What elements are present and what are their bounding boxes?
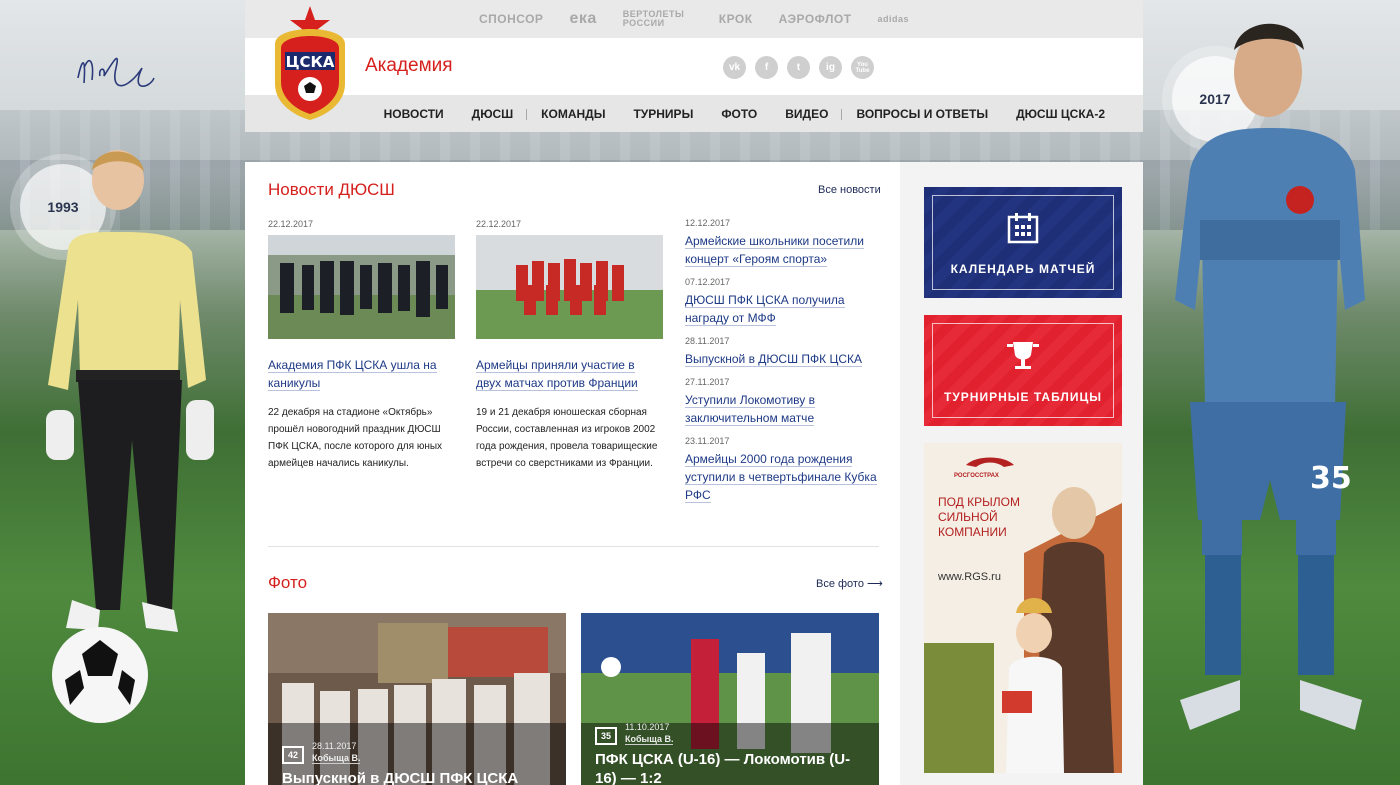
cska-logo[interactable]: ЦСКА	[265, 4, 355, 122]
ad-slogan: ПОД КРЫЛОМ СИЛЬНОЙ КОМПАНИИ	[938, 495, 1020, 539]
sponsor-label: СПОНСОР	[478, 12, 544, 26]
news-title-link[interactable]: Армейские школьники посетили концерт «Ге…	[685, 232, 881, 268]
photo-count-icon: 42	[282, 746, 304, 764]
list-item: 07.12.2017 ДЮСШ ПФК ЦСКА получила наград…	[685, 277, 881, 327]
sponsor-aeroflot-logo[interactable]: АЭРОФЛОТ	[779, 12, 852, 26]
news-card: 22.12.2017 Академия ПФК ЦСКА ушла на кан…	[268, 219, 455, 472]
nav-news[interactable]: НОВОСТИ	[370, 107, 458, 121]
calendar-icon	[1007, 213, 1039, 244]
photo-meta: 11.10.2017 Кобыща В.	[625, 722, 674, 745]
photo-count-icon: 35	[595, 727, 617, 745]
news-image[interactable]	[268, 235, 455, 339]
svg-text:ЦСКА: ЦСКА	[286, 53, 335, 71]
signature-image	[77, 57, 155, 87]
sponsor-eka-logo[interactable]: ека	[569, 10, 596, 28]
nav-faq[interactable]: ВОПРОСЫ И ОТВЕТЫ	[842, 107, 1002, 121]
news-card: 22.12.2017 Армейцы приняли участие в дву…	[476, 219, 663, 472]
news-image[interactable]	[476, 235, 663, 339]
news-date: 12.12.2017	[685, 218, 731, 228]
nav-photo[interactable]: ФОТО	[707, 107, 771, 121]
news-title-link[interactable]: Армейцы 2000 года рождения уступили в че…	[685, 450, 881, 504]
nav-school[interactable]: ДЮСШ	[458, 107, 528, 121]
news-title-link[interactable]: Уступили Локомотиву в заключительном мат…	[685, 391, 881, 427]
ad-url[interactable]: www.RGS.ru	[938, 571, 1001, 583]
news-title-link[interactable]: Выпускной в ДЮСШ ПФК ЦСКА	[685, 350, 881, 368]
calendar-label: КАЛЕНДАРЬ МАТЧЕЙ	[950, 262, 1096, 276]
sponsor-adidas-logo[interactable]: adidas	[878, 14, 910, 24]
svg-text:35: 35	[1310, 461, 1352, 496]
facebook-icon[interactable]: f	[755, 56, 778, 79]
sidebar: КАЛЕНДАРЬ МАТЧЕЙ ТУРНИРНЫЕ ТАБЛИЦЫ РОСГО…	[900, 162, 1143, 785]
main-nav: НОВОСТИ ДЮСШ КОМАНДЫ ТУРНИРЫ ФОТО ВИДЕО …	[245, 95, 1143, 132]
list-item: 28.11.2017 Выпускной в ДЮСШ ПФК ЦСКА	[685, 336, 881, 368]
tables-label: ТУРНИРНЫЕ ТАБЛИЦЫ	[944, 390, 1102, 404]
photo-gallery-card[interactable]: 35 11.10.2017 Кобыща В. ПФК ЦСКА (U-16) —…	[581, 613, 879, 785]
photo-gallery-card[interactable]: 42 28.11.2017 Кобыща В. Выпускной в ДЮСШ …	[268, 613, 566, 785]
sponsor-helicopters-logo[interactable]: ВЕРТОЛЕТЫ РОССИИ	[623, 10, 693, 28]
news-excerpt: 19 и 21 декабря юношеская сборная России…	[476, 407, 658, 469]
main-content: Новости ДЮСШ Все новости 22.12.2017 Акад…	[245, 162, 900, 785]
news-title-link[interactable]: Армейцы приняли участие в двух матчах пр…	[476, 356, 663, 392]
sponsor-krok-logo[interactable]: КРОК	[719, 12, 753, 26]
news-date: 23.11.2017	[685, 436, 730, 446]
photo-meta: 28.11.2017 Кобыща В.	[312, 741, 361, 764]
twitter-icon[interactable]: t	[787, 56, 810, 79]
ad-brand: РОСГОССТРАХ	[954, 473, 999, 479]
list-item: 23.11.2017 Армейцы 2000 года рождения ус…	[685, 436, 881, 504]
nav-video[interactable]: ВИДЕО	[771, 107, 843, 121]
young-goalkeeper-image	[46, 150, 214, 723]
goalkeeper-player-image: 35	[1175, 23, 1365, 730]
section-title[interactable]: Академия	[365, 55, 453, 77]
nav-school-2[interactable]: ДЮСШ ЦСКА-2	[1002, 107, 1119, 121]
news-date: 27.11.2017	[685, 377, 730, 387]
news-date: 22.12.2017	[476, 219, 522, 229]
trophy-icon	[1007, 342, 1039, 369]
rgs-advertisement[interactable]: РОСГОССТРАХ ПОД КРЫЛОМ СИЛЬНОЙ КОМПАНИИ …	[924, 443, 1122, 773]
match-calendar-button[interactable]: КАЛЕНДАРЬ МАТЧЕЙ	[924, 187, 1122, 298]
news-date: 22.12.2017	[268, 219, 314, 229]
news-title-link[interactable]: Академия ПФК ЦСКА ушла на каникулы	[268, 356, 455, 392]
news-date: 28.11.2017	[685, 336, 730, 346]
news-excerpt: 22 декабря на стадионе «Октябрь» прошёл …	[268, 407, 443, 469]
social-links: vk f t ig You Tube	[723, 56, 874, 79]
instagram-icon[interactable]: ig	[819, 56, 842, 79]
list-item: 12.12.2017 Армейские школьники посетили …	[685, 218, 881, 268]
section-divider	[268, 546, 879, 547]
ad-illustration	[924, 443, 1122, 773]
list-item: 27.11.2017 Уступили Локомотиву в заключи…	[685, 377, 881, 427]
vk-icon[interactable]: vk	[723, 56, 746, 79]
all-photos-link[interactable]: Все фото ⟶	[816, 577, 883, 590]
all-news-link[interactable]: Все новости	[818, 184, 881, 196]
news-section-title: Новости ДЮСШ	[268, 180, 395, 199]
youtube-icon[interactable]: You Tube	[851, 56, 874, 79]
photo-section-title: Фото	[268, 573, 308, 592]
nav-tournaments[interactable]: ТУРНИРЫ	[619, 107, 707, 121]
news-title-link[interactable]: ДЮСШ ПФК ЦСКА получила награду от МФФ	[685, 291, 881, 327]
tournament-tables-button[interactable]: ТУРНИРНЫЕ ТАБЛИЦЫ	[924, 315, 1122, 426]
news-date: 07.12.2017	[685, 277, 731, 287]
nav-teams[interactable]: КОМАНДЫ	[527, 107, 619, 121]
arrow-right-icon: ⟶	[867, 578, 883, 590]
photo-title[interactable]: ПФК ЦСКА (U-16) — Локомотив (U-16) — 1:2	[595, 750, 865, 785]
sponsors-bar: СПОНСОР ека ВЕРТОЛЕТЫ РОССИИ КРОК АЭРОФЛ…	[245, 0, 1143, 38]
news-list: 12.12.2017 Армейские школьники посетили …	[685, 218, 881, 513]
site-header: Академия vk f t ig You Tube	[245, 38, 1143, 95]
photo-title[interactable]: Выпускной в ДЮСШ ПФК ЦСКА	[282, 769, 552, 785]
